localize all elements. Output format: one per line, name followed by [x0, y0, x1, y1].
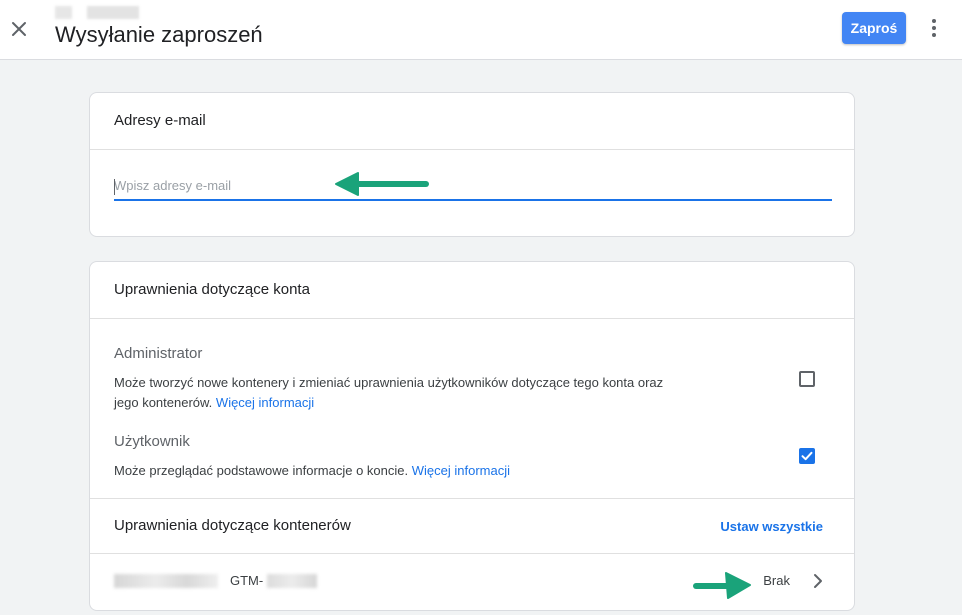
- admin-checkbox[interactable]: [799, 371, 815, 387]
- close-button[interactable]: [6, 16, 32, 42]
- redacted-account-name: [55, 6, 139, 19]
- redacted-container-id: [267, 574, 317, 588]
- annotation-arrow-right-icon: [693, 572, 751, 599]
- invite-button[interactable]: Zaproś: [842, 12, 906, 44]
- check-icon: [801, 451, 813, 461]
- email-card: Adresy e-mail: [89, 92, 855, 237]
- app-header: Wysyłanie zaproszeń Zaproś: [0, 0, 962, 60]
- role-user-description: Może przeglądać podstawowe informacje o …: [114, 463, 510, 478]
- user-checkbox[interactable]: [799, 448, 815, 464]
- more-options-button[interactable]: [923, 14, 945, 42]
- account-permissions-header: Uprawnienia dotyczące konta: [90, 262, 854, 319]
- permissions-card: Uprawnienia dotyczące konta Administrato…: [89, 261, 855, 611]
- email-card-header: Adresy e-mail: [90, 93, 854, 150]
- admin-more-info-link[interactable]: Więcej informacji: [216, 395, 314, 410]
- role-admin-description: Może tworzyć nowe kontenery i zmieniać u…: [114, 375, 664, 410]
- more-vert-icon: [932, 19, 936, 23]
- container-permissions-title: Uprawnienia dotyczące kontenerów: [114, 517, 351, 534]
- email-input[interactable]: [114, 171, 832, 201]
- user-more-info-link[interactable]: Więcej informacji: [412, 463, 510, 478]
- annotation-arrow-left-icon: [335, 172, 429, 196]
- container-id: GTM-: [230, 573, 264, 588]
- role-admin-title: Administrator: [114, 345, 203, 362]
- container-permission-value: Brak: [763, 573, 790, 588]
- text-caret: [114, 179, 115, 195]
- account-permissions-title: Uprawnienia dotyczące konta: [114, 281, 310, 298]
- divider: [90, 498, 854, 499]
- close-icon: [12, 22, 26, 36]
- role-user-title: Użytkownik: [114, 433, 190, 450]
- email-section-title: Adresy e-mail: [114, 112, 206, 129]
- chevron-right-icon: [814, 574, 822, 588]
- page-title: Wysyłanie zaproszeń: [55, 22, 263, 47]
- redacted-container-name: [114, 574, 218, 588]
- set-all-link[interactable]: Ustaw wszystkie: [720, 519, 823, 534]
